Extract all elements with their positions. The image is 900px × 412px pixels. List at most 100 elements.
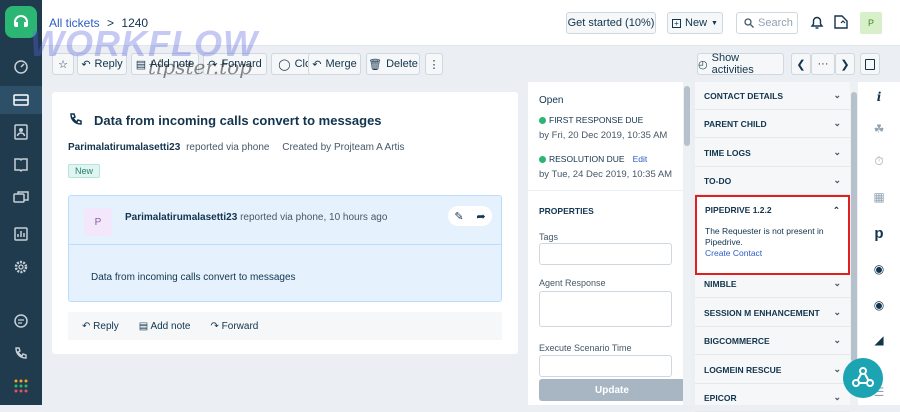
ticket-list-button[interactable]: ··· <box>811 53 835 75</box>
resolution-date: by Tue, 24 Dec 2019, 10:35 AM <box>539 169 673 180</box>
app-logmein[interactable]: LOGMEIN RESCUE ⌄ <box>695 356 850 384</box>
forward-arrow-icon: ↷ <box>210 320 222 332</box>
solutions-book-icon[interactable] <box>0 151 42 179</box>
bigcommerce-icon[interactable]: ◢ <box>858 333 900 347</box>
green-dot-icon <box>539 116 546 124</box>
search-icon <box>744 18 754 28</box>
divider <box>528 190 684 191</box>
chevron-down-icon: ⌄ <box>833 175 841 185</box>
forward-link[interactable]: ↷ Forward <box>210 321 258 332</box>
conversation-divider <box>69 244 501 245</box>
chevron-down-icon: ⌄ <box>833 90 841 100</box>
resolution-label: RESOLUTION DUE <box>549 154 625 164</box>
more-actions-button[interactable]: ⋮ <box>425 53 443 75</box>
first-response-row: FIRST RESPONSE DUE <box>539 115 643 125</box>
app-bigcommerce[interactable]: BIGCOMMERCE ⌄ <box>695 327 850 355</box>
delete-button[interactable]: 🗑 Delete <box>366 53 420 75</box>
app-todo[interactable]: TO-DO ⌄ <box>695 167 850 195</box>
notification-bell-icon[interactable] <box>809 14 825 33</box>
chat-bubble-icon[interactable] <box>0 307 42 335</box>
conversation-author[interactable]: Parimalatirumalasetti23 <box>125 212 237 223</box>
session-icon[interactable]: ◉ <box>858 298 900 312</box>
more-actions-label: ⋮ <box>428 58 440 71</box>
next-ticket-button[interactable]: ❯ <box>835 53 855 75</box>
create-contact-link[interactable]: Create Contact <box>705 248 840 258</box>
tags-input[interactable] <box>539 243 672 265</box>
edit-resolution-link[interactable]: Edit <box>633 154 648 164</box>
reports-icon[interactable] <box>0 220 42 248</box>
toggle-sidebar-button[interactable] <box>860 53 880 75</box>
conversation-header: Parimalatirumalasetti23 reported via pho… <box>125 212 387 223</box>
plus-square-icon: + <box>672 18 682 28</box>
forward-arrow-icon[interactable]: ➦ <box>476 210 485 223</box>
conversation-action-bar: ↶ Reply ▤ Add note ↷ Forward <box>68 312 502 340</box>
info-icon[interactable]: i <box>858 90 900 104</box>
conversation-body: Data from incoming calls convert to mess… <box>91 272 296 283</box>
ticket-details-panel: Data from incoming calls convert to mess… <box>52 92 518 354</box>
forums-icon[interactable] <box>0 184 42 212</box>
properties-scrollbar[interactable] <box>683 82 691 405</box>
ticket-state: Open <box>539 95 564 106</box>
app-session-m[interactable]: SESSION M ENHANCEMENT ⌄ <box>695 299 850 327</box>
conversation-meta: reported via phone, 10 hours ago <box>240 212 388 223</box>
phone-channel-icon <box>68 112 84 131</box>
apps-grid-icon[interactable] <box>0 372 42 400</box>
chevron-down-icon: ⌄ <box>833 278 841 288</box>
add-note-link[interactable]: ▤ Add note <box>139 321 191 332</box>
first-response-label: FIRST RESPONSE DUE <box>549 115 644 125</box>
add-note-link-label: Add note <box>150 320 191 332</box>
nimble-icon[interactable]: ◉ <box>858 262 900 276</box>
update-button[interactable]: Update <box>539 379 685 401</box>
show-activities-label: Show activities <box>711 52 754 76</box>
conversation-actions: ✎ ➦ <box>448 206 492 226</box>
chat-launcher-button[interactable] <box>843 358 883 398</box>
resolution-row: RESOLUTION DUE Edit <box>539 154 647 164</box>
chevron-down-icon: ⌄ <box>833 392 841 402</box>
app-epicor[interactable]: EPICOR ⌄ <box>695 384 850 412</box>
clock-icon: ◴ <box>698 58 708 71</box>
hierarchy-icon[interactable]: ☘ <box>858 122 900 136</box>
pipedrive-message: The Requester is not present in Pipedriv… <box>705 226 824 247</box>
app-contact-details[interactable]: CONTACT DETAILS ⌄ <box>695 82 850 110</box>
new-dropdown-button[interactable]: + New ▼ <box>667 12 723 34</box>
right-icon-rail: i ☘ ⏱ ▦ p ◉ ◉ ◢ ☰ <box>858 82 900 405</box>
phone-icon[interactable] <box>0 340 42 368</box>
admin-gear-icon[interactable] <box>0 253 42 281</box>
apps-scrollbar[interactable] <box>850 82 858 405</box>
previous-ticket-button[interactable]: ❮ <box>791 53 811 75</box>
app-label: BIGCOMMERCE <box>704 335 770 346</box>
watermark-subtext: tipster.top <box>148 55 252 79</box>
get-started-button[interactable]: Get started (10%) <box>566 12 656 34</box>
user-avatar[interactable]: P <box>860 12 882 34</box>
execute-scenario-label: Execute Scenario Time <box>539 343 632 353</box>
execute-scenario-input[interactable] <box>539 355 672 377</box>
edit-pencil-icon[interactable]: ✎ <box>454 210 463 223</box>
search-box[interactable]: Search <box>736 12 798 34</box>
apps-sidebar: CONTACT DETAILS ⌄ PARENT CHILD ⌄ TIME LOGS… <box>695 82 850 412</box>
merge-button[interactable]: ↶ Merge <box>308 53 361 75</box>
calendar-icon[interactable]: ▦ <box>858 190 900 204</box>
app-label: TO-DO <box>704 175 732 186</box>
conversation-card: P Parimalatirumalasetti23 reported via p… <box>68 195 502 302</box>
agent-response-label: Agent Response <box>539 278 606 288</box>
first-response-date: by Fri, 20 Dec 2019, 10:35 AM <box>539 130 668 141</box>
timer-icon[interactable]: ⏱ <box>858 154 900 169</box>
reply-link[interactable]: ↶ Reply <box>82 321 119 332</box>
delete-label: Delete <box>386 58 418 70</box>
app-switcher-icon[interactable] <box>833 14 849 33</box>
close-circle-icon: ◯ <box>278 58 291 71</box>
show-activities-button[interactable]: ◴ Show activities <box>697 52 784 76</box>
app-pipedrive-expanded: PIPEDRIVE 1.2.2 ⌃ The Requester is not pr… <box>695 195 850 275</box>
app-time-logs[interactable]: TIME LOGS ⌄ <box>695 139 850 167</box>
agent-response-textarea[interactable] <box>539 291 672 327</box>
chevron-left-icon: ❮ <box>796 58 806 71</box>
search-placeholder: Search <box>758 17 793 29</box>
app-parent-child[interactable]: PARENT CHILD ⌄ <box>695 110 850 138</box>
pipedrive-header[interactable]: PIPEDRIVE 1.2.2 ⌃ <box>705 205 840 216</box>
requester-name[interactable]: Parimalatirumalasetti23 <box>68 142 180 153</box>
tickets-icon[interactable] <box>0 86 42 114</box>
app-nimble[interactable]: NIMBLE ⌄ <box>695 270 850 298</box>
ticket-title: Data from incoming calls convert to mess… <box>94 113 382 128</box>
contacts-icon[interactable] <box>0 118 42 146</box>
pipedrive-icon[interactable]: p <box>858 225 900 242</box>
